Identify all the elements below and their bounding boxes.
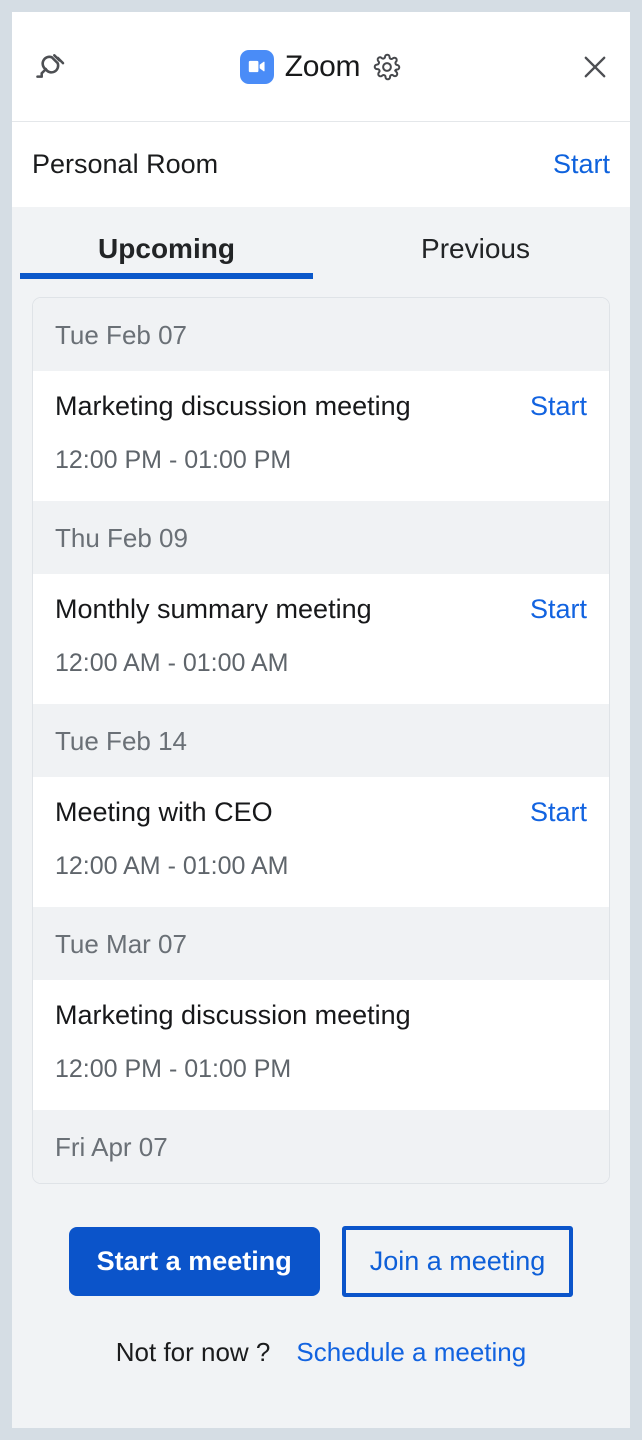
meeting-title: Marketing discussion meeting — [55, 1000, 411, 1030]
brand: Zoom — [239, 49, 361, 84]
tab-previous-label: Previous — [421, 233, 530, 264]
personal-room-row: Personal Room Start — [12, 122, 630, 207]
date-header: Tue Mar 07 — [33, 907, 609, 980]
date-header-label: Tue Feb 14 — [55, 726, 188, 756]
start-a-meeting-button[interactable]: Start a meeting — [68, 1227, 320, 1296]
date-header-label: Tue Mar 07 — [55, 929, 187, 959]
tab-upcoming[interactable]: Upcoming — [12, 221, 321, 279]
meeting-row-top: Meeting with CEO Start — [55, 797, 587, 828]
meeting-row-top: Monthly summary meeting Start — [55, 594, 587, 625]
meeting-title: Marketing discussion meeting — [55, 391, 411, 421]
footnote-text: Not for now ? — [115, 1337, 271, 1367]
date-header: Tue Feb 14 — [33, 704, 609, 777]
zoom-app-window: Zoom Personal Room Start Upcoming Previo… — [12, 12, 630, 1428]
personal-room-start-link[interactable]: Start — [553, 149, 610, 180]
meeting-start-link[interactable]: Start — [530, 594, 587, 625]
join-a-meeting-button[interactable]: Join a meeting — [341, 1226, 574, 1297]
titlebar-center-group: Zoom — [12, 49, 630, 84]
meeting-time: 12:00 PM - 01:00 PM — [55, 1055, 292, 1083]
meeting-time: 12:00 PM - 01:00 PM — [55, 446, 292, 474]
date-header: Thu Feb 09 — [33, 501, 609, 574]
meeting-row[interactable]: Monthly summary meeting Start 12:00 AM -… — [33, 574, 609, 704]
personal-room-label: Personal Room — [32, 149, 219, 179]
gear-icon[interactable] — [372, 52, 402, 82]
close-icon[interactable] — [578, 50, 612, 84]
video-camera-icon — [239, 49, 274, 84]
schedule-a-meeting-link[interactable]: Schedule a meeting — [296, 1337, 526, 1368]
meeting-row-top: Marketing discussion meeting — [55, 1000, 587, 1031]
date-header-label: Thu Feb 09 — [55, 523, 188, 553]
tab-bar: Upcoming Previous — [12, 207, 630, 279]
date-header: Fri Apr 07 — [33, 1110, 609, 1183]
meeting-start-link[interactable]: Start — [530, 391, 587, 422]
meeting-start-link[interactable]: Start — [530, 797, 587, 828]
meeting-title: Monthly summary meeting — [55, 594, 372, 624]
tab-upcoming-label: Upcoming — [98, 233, 235, 264]
footnote: Not for now ? Schedule a meeting — [12, 1337, 630, 1368]
titlebar-right-group — [578, 50, 612, 84]
titlebar-left-group — [30, 49, 90, 85]
action-buttons: Start a meeting Join a meeting — [12, 1226, 630, 1297]
meeting-row[interactable]: Marketing discussion meeting Start 12:00… — [33, 371, 609, 501]
meeting-row[interactable]: Meeting with CEO Start 12:00 AM - 01:00 … — [33, 777, 609, 907]
meeting-time: 12:00 AM - 01:00 AM — [55, 649, 289, 677]
titlebar: Zoom — [12, 12, 630, 122]
meeting-row[interactable]: Marketing discussion meeting 12:00 PM - … — [33, 980, 609, 1110]
tab-previous[interactable]: Previous — [321, 221, 630, 279]
meeting-row-top: Marketing discussion meeting Start — [55, 391, 587, 422]
date-header-label: Fri Apr 07 — [55, 1132, 168, 1162]
plug-icon[interactable] — [30, 49, 66, 85]
date-header: Tue Feb 07 — [33, 298, 609, 371]
date-header-label: Tue Feb 07 — [55, 320, 188, 350]
meeting-time: 12:00 AM - 01:00 AM — [55, 852, 289, 880]
brand-name: Zoom — [284, 49, 361, 83]
meeting-title: Meeting with CEO — [55, 797, 273, 827]
meeting-list: Tue Feb 07 Marketing discussion meeting … — [32, 297, 610, 1184]
